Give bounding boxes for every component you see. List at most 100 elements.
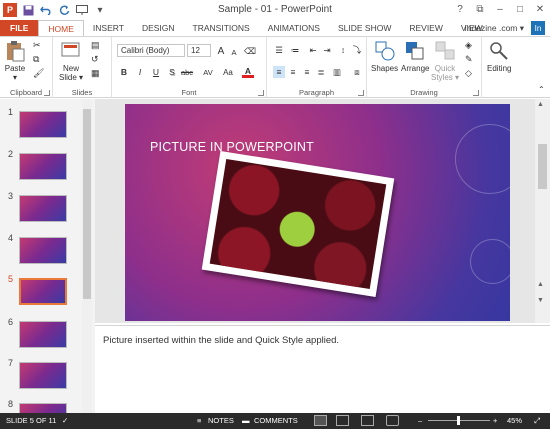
quick-styles-button[interactable]: Quick Styles ▾ [431,40,459,82]
collapse-ribbon-icon[interactable]: ⌃ [538,85,545,94]
font-launcher-icon[interactable] [258,90,264,96]
copy-icon[interactable]: ⧉ [33,54,39,65]
notes-pane[interactable]: Picture inserted within the slide and Qu… [95,325,550,413]
character-spacing-button[interactable]: AV [200,66,216,78]
cut-icon[interactable]: ✂ [33,40,41,51]
slide-sorter-icon[interactable] [336,415,349,426]
align-center-icon[interactable]: ≡ [287,66,299,78]
zoom-slider-knob[interactable] [457,416,460,425]
slide-thumbnail[interactable]: 6 [0,317,80,349]
reading-view-icon[interactable] [361,415,374,426]
text-direction-icon[interactable]: ⤵ [351,44,363,56]
italic-button[interactable]: I [134,66,146,78]
section-icon[interactable]: ▦ [91,68,100,79]
tab-home[interactable]: HOME [38,20,84,36]
smartart-icon[interactable]: ⧈ [351,66,363,78]
change-case-button[interactable]: Aa [220,66,236,78]
scroll-thumb[interactable] [538,144,547,189]
arrange-button[interactable]: Arrange [401,40,429,73]
slide-thumbnail[interactable]: 3 [0,191,80,223]
grow-font-button[interactable]: A [215,45,227,57]
tab-transitions[interactable]: TRANSITIONS [184,20,259,36]
shrink-font-button[interactable]: A [228,46,240,58]
tab-animations[interactable]: ANIMATIONS [259,20,329,36]
tab-insert[interactable]: INSERT [84,20,133,36]
underline-button[interactable]: U [150,66,162,78]
tab-design[interactable]: DESIGN [133,20,184,36]
normal-view-icon[interactable] [314,415,327,426]
minimize-button[interactable]: – [490,0,510,18]
bold-button[interactable]: B [118,66,130,78]
tab-slide-show[interactable]: SLIDE SHOW [329,20,400,36]
columns-icon[interactable]: ▥ [331,66,343,78]
font-color-button[interactable]: A [242,66,254,78]
format-painter-icon[interactable]: 🖌 [33,68,44,79]
font-name-select[interactable]: Calibri (Body) [117,44,185,57]
justify-icon[interactable]: ≣ [315,66,327,78]
new-slide-button[interactable]: New Slide ▾ [59,40,83,82]
undo-icon[interactable] [39,3,53,17]
reset-icon[interactable]: ↺ [91,54,99,65]
slide-number: 1 [8,107,14,117]
tab-review[interactable]: REVIEW [400,20,452,36]
comments-icon[interactable]: ▬ [242,416,250,425]
maximize-button[interactable]: □ [510,0,530,18]
shadow-button[interactable]: S [166,66,178,78]
notes-toggle[interactable]: NOTES [208,416,234,425]
start-from-beginning-icon[interactable] [75,3,89,17]
close-button[interactable]: ✕ [530,0,550,18]
editing-button[interactable]: Editing [487,40,511,73]
layout-icon[interactable]: ▤ [91,40,100,51]
powerpoint-app-icon[interactable]: P [3,3,17,17]
customize-qat-icon[interactable]: ▾ [93,3,107,17]
decrease-indent-icon[interactable]: ⇤ [307,44,319,56]
numbering-icon[interactable]: ≔ [289,44,301,56]
zoom-out-button[interactable]: – [418,416,422,425]
paragraph-launcher-icon[interactable] [358,90,364,96]
user-account[interactable]: Indezine .com ▾ [464,23,524,34]
align-left-icon[interactable]: ≡ [273,66,285,78]
clipboard-launcher-icon[interactable] [44,90,50,96]
line-spacing-icon[interactable]: ↕ [337,44,349,56]
slide-thumbnail[interactable]: 8 [0,399,80,413]
zoom-in-button[interactable]: + [493,416,497,425]
font-size-select[interactable]: 12 [187,44,211,57]
next-slide-icon[interactable]: ▼ [537,297,544,304]
fit-slide-icon[interactable]: ⤢ [534,416,540,426]
thumbnail-scroll-thumb[interactable] [83,109,91,299]
slide-scrollbar[interactable]: ▲ ▲ ▼ [535,99,550,323]
slide-thumbnail[interactable]: 7 [0,358,80,390]
shape-outline-icon[interactable]: ✎ [465,54,473,65]
comments-toggle[interactable]: COMMENTS [254,416,298,425]
redo-icon[interactable] [57,3,71,17]
slide-thumbnail-selected[interactable]: 5 [0,274,80,306]
previous-slide-icon[interactable]: ▲ [537,281,544,288]
slide-picture[interactable] [201,150,395,298]
notes-toggle-icon[interactable]: ≡ [197,416,201,425]
ribbon-display-options-icon[interactable]: ⧉ [470,0,490,18]
align-right-icon[interactable]: ≡ [301,66,313,78]
help-icon[interactable]: ? [450,0,470,18]
user-avatar[interactable]: In [531,21,545,35]
scroll-up-icon[interactable]: ▲ [537,101,544,108]
tab-file[interactable]: FILE [0,20,39,36]
clear-formatting-icon[interactable]: ⌫ [244,45,256,57]
paste-button[interactable]: Paste ▾ [4,40,26,82]
bullets-icon[interactable]: ☰ [273,44,285,56]
current-slide[interactable]: PICTURE IN POWERPOINT [125,104,510,321]
slide-thumbnail[interactable]: 2 [0,149,80,181]
drawing-launcher-icon[interactable] [473,90,479,96]
save-icon[interactable] [21,3,35,17]
shape-effects-icon[interactable]: ◇ [465,68,472,79]
thumbnail-scrollbar[interactable] [82,99,92,413]
slide-show-icon[interactable] [386,415,399,426]
strikethrough-button[interactable]: abc [178,66,196,78]
shapes-button[interactable]: Shapes [371,40,398,73]
increase-indent-icon[interactable]: ⇥ [321,44,333,56]
slide-thumbnail[interactable]: 4 [0,233,80,265]
zoom-level[interactable]: 45% [507,416,522,425]
slide-thumbnail[interactable]: 1 [0,107,80,139]
spell-check-icon[interactable]: ✓ [62,416,68,425]
notes-text[interactable]: Picture inserted within the slide and Qu… [103,335,339,346]
shape-fill-icon[interactable]: ◈ [465,40,472,51]
